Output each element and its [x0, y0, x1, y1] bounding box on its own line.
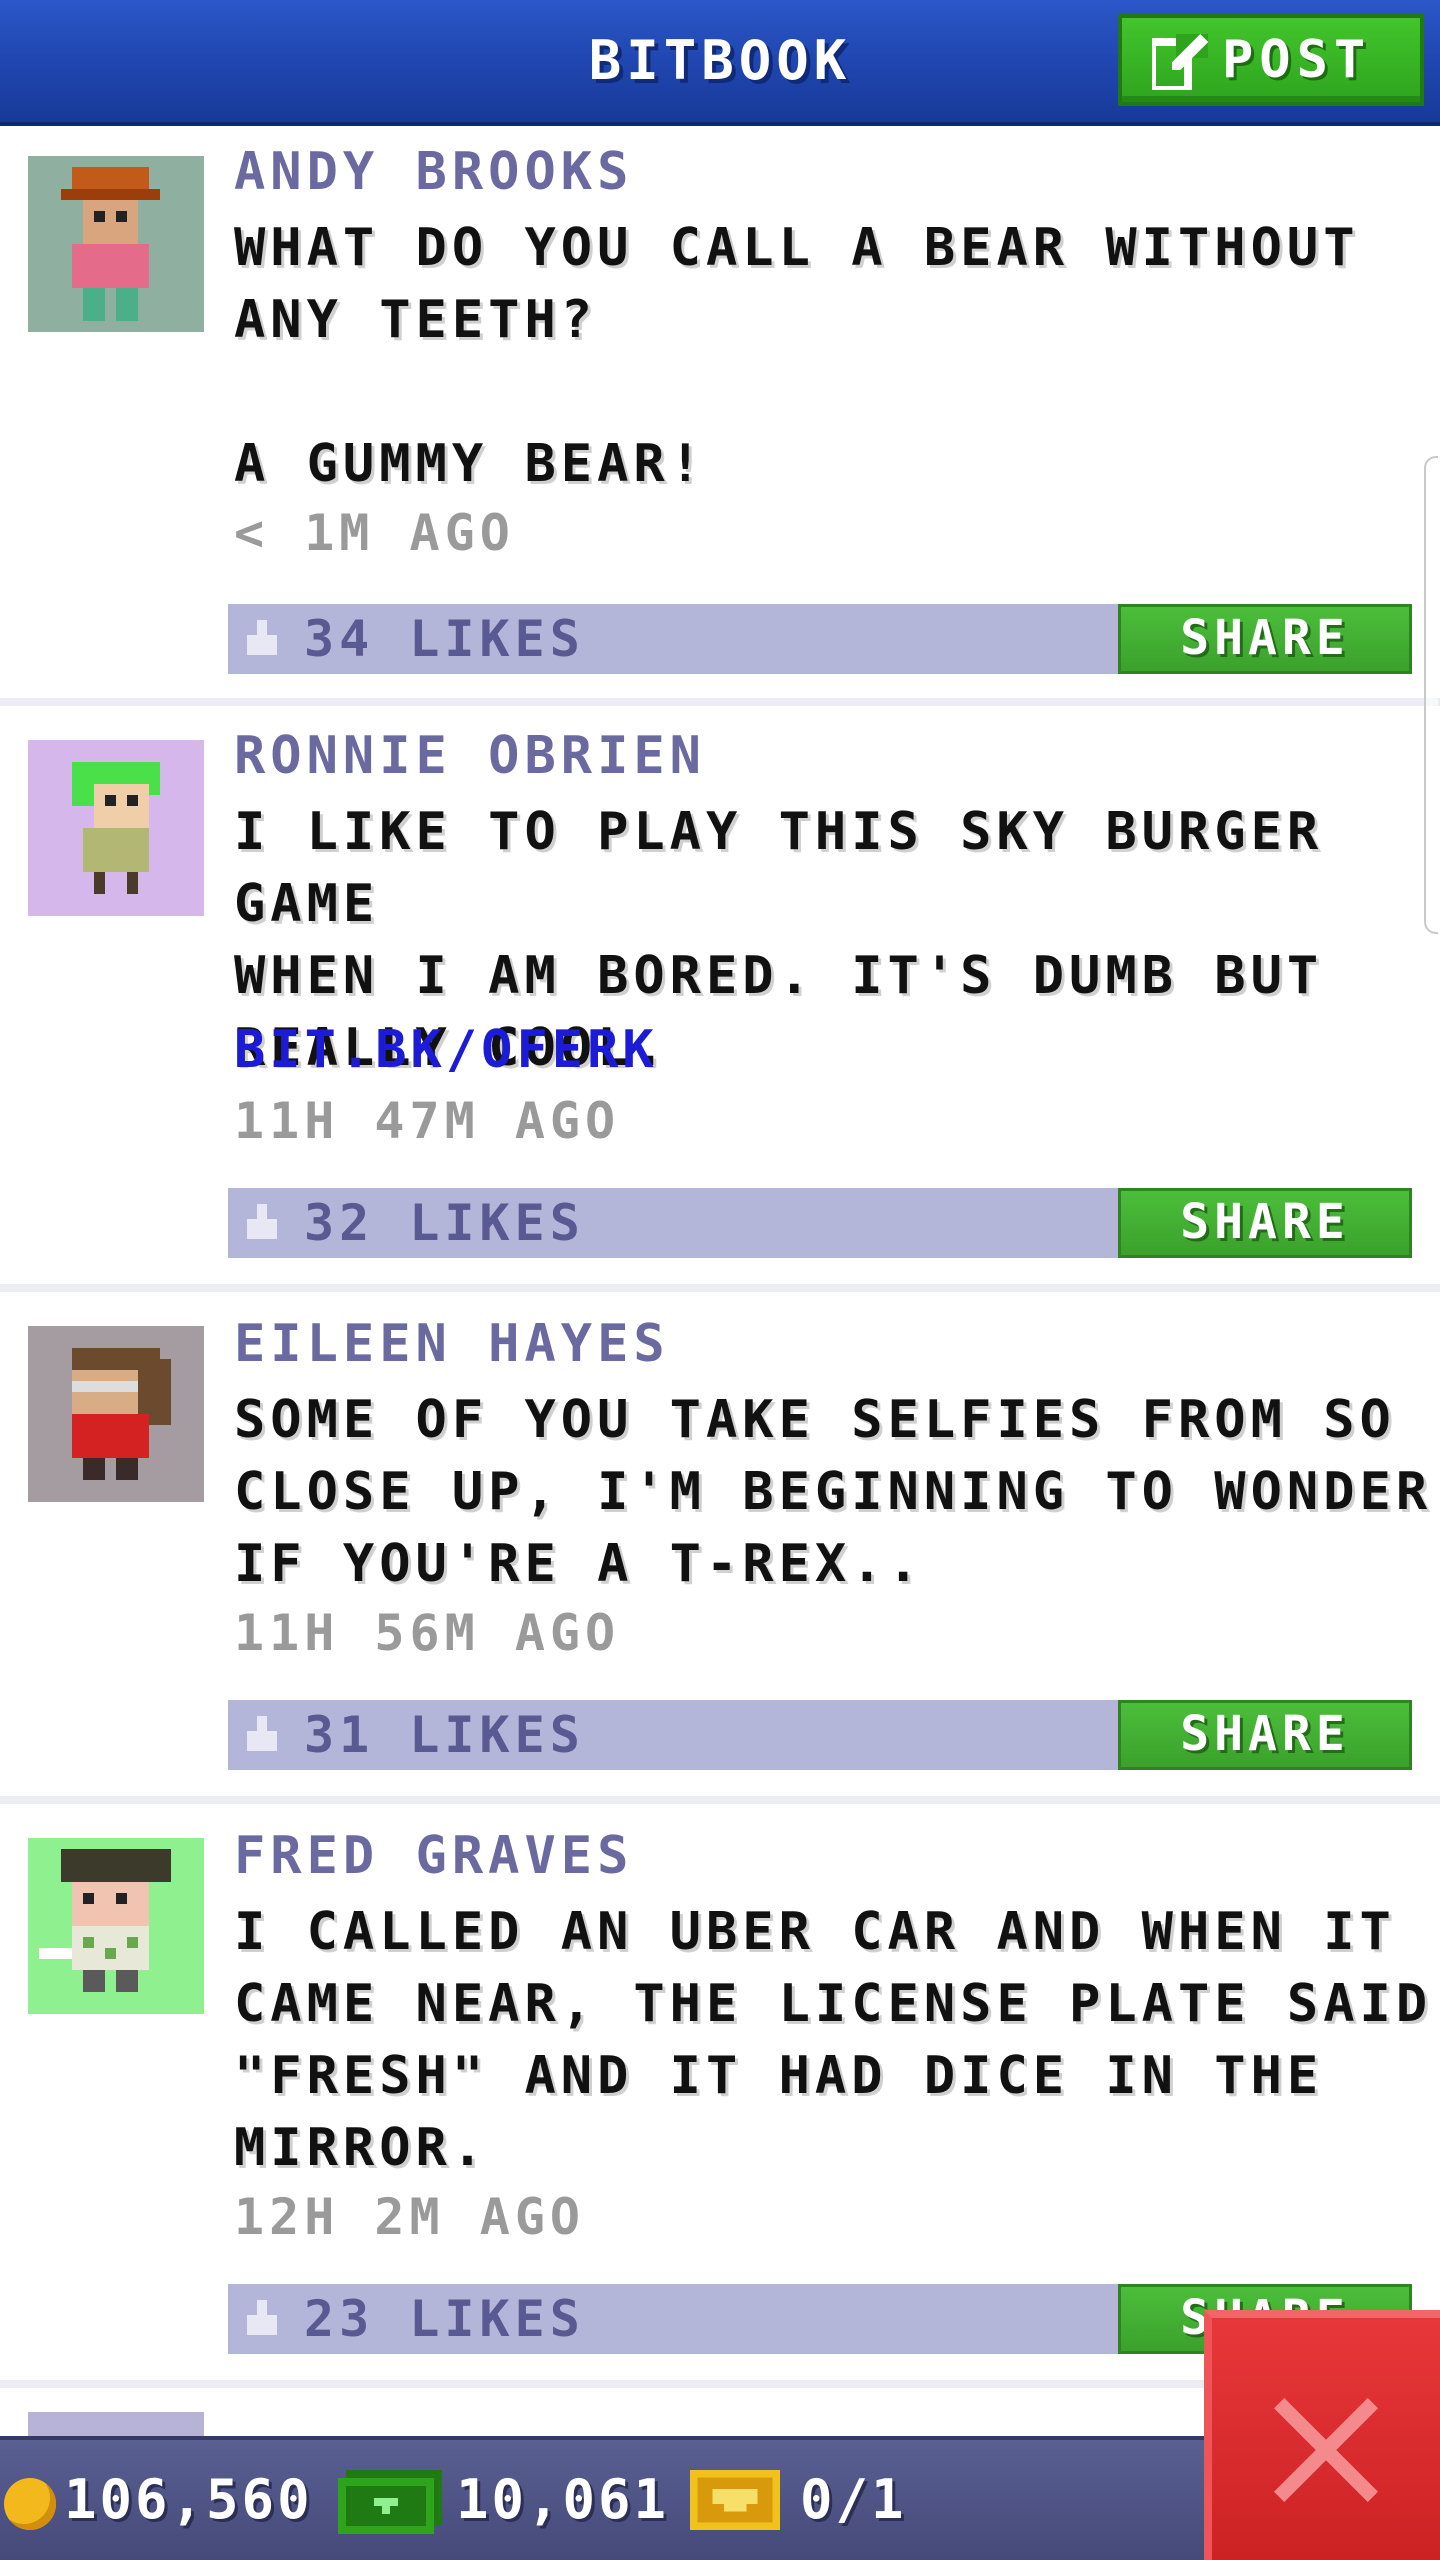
tickets-count: 0/1: [800, 2468, 907, 2531]
post-text: SOME OF YOU TAKE SELFIES FROM SO CLOSE U…: [234, 1390, 1433, 1594]
post-author[interactable]: EILEEN HAYES: [234, 1314, 670, 1374]
coins-count: 106,560: [64, 2468, 313, 2531]
post-author[interactable]: RONNIE OBRIEN: [234, 726, 706, 786]
avatar: [28, 156, 204, 332]
feed[interactable]: ANDY BROOKS WHAT DO YOU CALL A BEAR WITH…: [0, 126, 1440, 2436]
bux-count: 10,061: [456, 2468, 670, 2531]
thumbs-up-icon: [247, 620, 277, 655]
close-button[interactable]: [1204, 2310, 1440, 2560]
post-divider: [0, 1284, 1440, 1292]
post-divider: [0, 698, 1440, 706]
post-text: I CALLED AN UBER CAR AND WHEN IT CAME NE…: [234, 1902, 1433, 2178]
feed-post: ANDY BROOKS WHAT DO YOU CALL A BEAR WITH…: [0, 126, 1440, 706]
likes-count: 34 LIKES: [304, 610, 585, 668]
post-time: 12H 2M AGO: [234, 2188, 586, 2246]
thumbs-up-icon: [247, 1716, 277, 1751]
likes-count: 31 LIKES: [304, 1706, 585, 1764]
close-icon: [1274, 2398, 1378, 2502]
cash-icon: [338, 2470, 442, 2534]
ticket-icon: [690, 2470, 780, 2530]
thumbs-up-icon: [247, 2300, 277, 2335]
thumbs-up-icon: [247, 1204, 277, 1239]
feed-post: RONNIE OBRIEN I LIKE TO PLAY THIS SKY BU…: [0, 706, 1440, 1296]
post-link[interactable]: BIT.BK/OFERK: [234, 1020, 658, 1080]
share-button[interactable]: SHARE: [1118, 1700, 1412, 1770]
post-button[interactable]: POST: [1118, 14, 1424, 106]
bitbook-screen: BITBOOK POST ANDY BROOKS WHAT DO YOU CAL…: [0, 0, 1440, 2560]
post-button-label: POST: [1222, 30, 1372, 90]
avatar: [28, 1838, 204, 2014]
feed-post: EILEEN HAYES SOME OF YOU TAKE SELFIES FR…: [0, 1296, 1440, 1808]
avatar: [28, 2412, 204, 2436]
app-header: BITBOOK POST: [0, 0, 1440, 126]
avatar: [28, 740, 204, 916]
likes-count: 23 LIKES: [304, 2290, 585, 2348]
post-time: 11H 47M AGO: [234, 1092, 621, 1150]
post-divider: [0, 1796, 1440, 1804]
post-author[interactable]: FRED GRAVES: [234, 1826, 633, 1886]
post-text: WHAT DO YOU CALL A BEAR WITHOUT ANY TEET…: [234, 218, 1360, 494]
likes-count: 32 LIKES: [304, 1194, 585, 1252]
coin-icon: [4, 2478, 56, 2530]
edit-icon: [1152, 34, 1208, 90]
post-time: < 1M AGO: [234, 504, 515, 562]
share-button[interactable]: SHARE: [1118, 604, 1412, 674]
post-time: 11H 56M AGO: [234, 1604, 621, 1662]
avatar: [28, 1326, 204, 1502]
scroll-indicator[interactable]: [1424, 456, 1438, 934]
feed-post: FRED GRAVES I CALLED AN UBER CAR AND WHE…: [0, 1808, 1440, 2388]
share-button[interactable]: SHARE: [1118, 1188, 1412, 1258]
post-author[interactable]: ANDY BROOKS: [234, 142, 633, 202]
